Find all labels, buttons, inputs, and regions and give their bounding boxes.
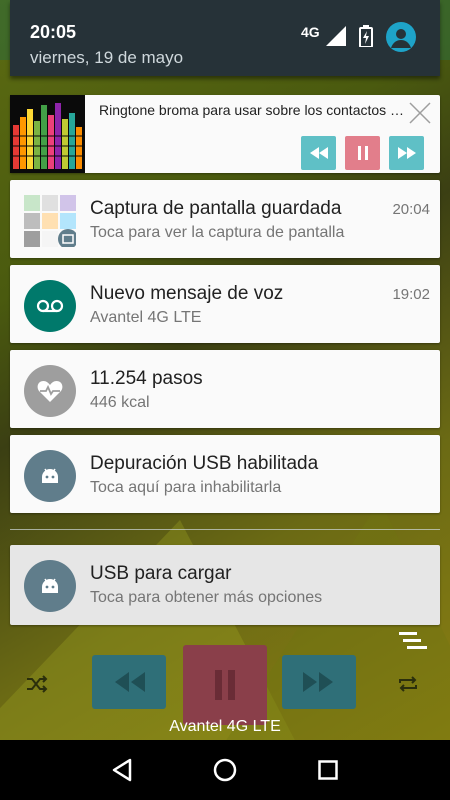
notification-time: 20:04	[392, 201, 430, 218]
next-icon	[397, 147, 416, 159]
screenshot-thumbnail	[24, 195, 78, 249]
rewind-icon	[115, 672, 145, 692]
media-pause-button[interactable]	[345, 136, 380, 170]
fast-forward-icon	[303, 672, 333, 692]
media-notification[interactable]: Ringtone broma para usar sobre los conta…	[10, 95, 440, 173]
media-previous-button[interactable]	[301, 136, 336, 170]
repeat-icon[interactable]	[396, 672, 420, 696]
clock: 20:05	[30, 22, 77, 42]
notification-title: USB para cargar	[90, 563, 232, 584]
home-icon[interactable]	[205, 750, 245, 790]
section-divider	[10, 529, 440, 530]
steps-notification[interactable]: 11.254 pasos 446 kcal	[10, 350, 440, 428]
notification-header[interactable]: 20:05 viernes, 19 de mayo 4G	[10, 0, 440, 76]
recents-icon[interactable]	[308, 750, 348, 790]
back-icon[interactable]	[102, 750, 142, 790]
navigation-bar	[0, 740, 450, 800]
notification-title: Depuración USB habilitada	[90, 453, 319, 474]
notification-text: Toca para obtener más opciones	[90, 589, 323, 606]
notification-text: 446 kcal	[90, 394, 150, 411]
close-icon[interactable]	[408, 101, 432, 125]
heart-pulse-icon	[24, 365, 76, 417]
notification-text: Toca para ver la captura de pantalla	[90, 224, 345, 241]
android-icon	[24, 560, 76, 612]
previous-icon	[309, 147, 328, 159]
carrier-label: Avantel 4G LTE	[169, 718, 281, 735]
pause-icon	[215, 670, 235, 700]
notification-title: Captura de pantalla guardada	[90, 198, 342, 219]
notification-text: Toca aquí para inhabilitarla	[90, 479, 282, 496]
usb-debugging-notification[interactable]: Depuración USB habilitada Toca aquí para…	[10, 435, 440, 513]
notification-text: Avantel 4G LTE	[90, 309, 202, 326]
signal-icon	[326, 26, 346, 46]
notification-title: Nuevo mensaje de voz	[90, 283, 284, 304]
pause-button[interactable]	[183, 645, 267, 725]
clear-all-icon[interactable]	[399, 632, 429, 654]
notification-time: 19:02	[392, 286, 430, 303]
shuffle-icon[interactable]	[25, 672, 49, 696]
fast-forward-button[interactable]	[282, 655, 356, 709]
battery-charging-icon	[359, 25, 373, 47]
media-title: Ringtone broma para usar sobre los conta…	[99, 102, 409, 118]
screenshot-notification[interactable]: Captura de pantalla guardada Toca para v…	[10, 180, 440, 258]
notification-title: 11.254 pasos	[90, 368, 203, 389]
android-icon	[24, 450, 76, 502]
user-avatar-icon[interactable]	[386, 22, 416, 52]
media-next-button[interactable]	[389, 136, 424, 170]
network-type: 4G	[301, 24, 320, 40]
pause-icon	[357, 146, 368, 160]
equalizer-album-art	[10, 95, 85, 173]
date: viernes, 19 de mayo	[30, 48, 184, 67]
rewind-button[interactable]	[92, 655, 166, 709]
voicemail-notification[interactable]: Nuevo mensaje de voz Avantel 4G LTE 19:0…	[10, 265, 440, 343]
usb-charging-notification[interactable]: USB para cargar Toca para obtener más op…	[10, 545, 440, 625]
voicemail-icon	[24, 280, 76, 332]
